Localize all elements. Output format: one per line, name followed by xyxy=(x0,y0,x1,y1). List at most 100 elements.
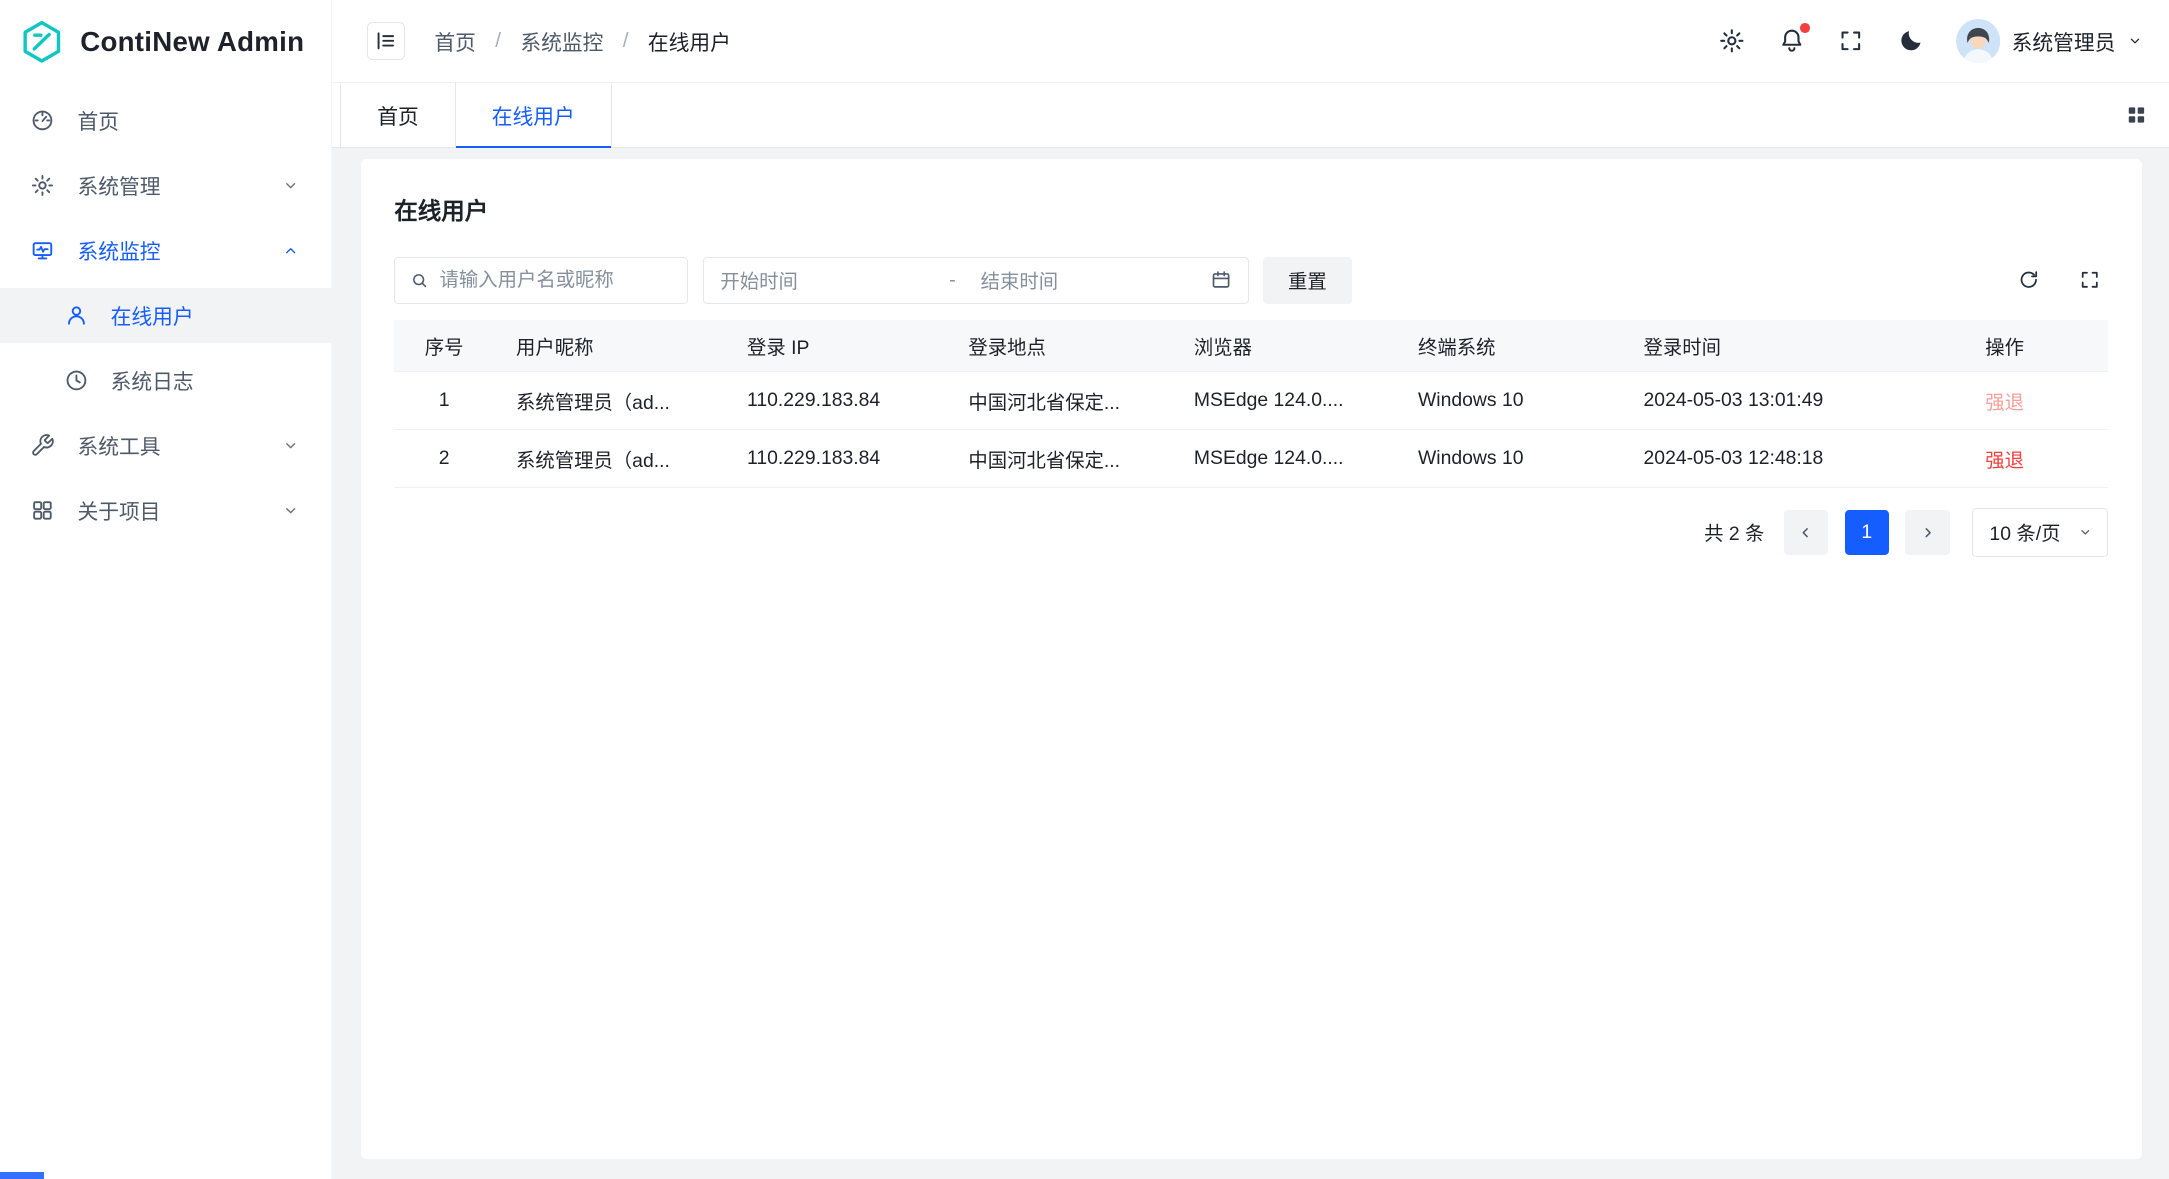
sidebar-collapse-button[interactable] xyxy=(367,22,406,61)
date-range-picker[interactable]: 开始时间 - 结束时间 xyxy=(703,257,1249,304)
sidebar-item-label: 系统监控 xyxy=(77,235,160,265)
monitor-icon xyxy=(30,238,55,263)
wrench-icon xyxy=(30,433,55,458)
chevron-down-icon xyxy=(2126,32,2144,50)
cell-no: 1 xyxy=(394,372,494,430)
cell-ip: 110.229.183.84 xyxy=(725,372,946,430)
breadcrumb-home[interactable]: 首页 xyxy=(434,26,476,56)
cell-browser: MSEdge 124.0.... xyxy=(1172,372,1396,430)
col-header-os: 终端系统 xyxy=(1396,320,1622,371)
search-input-wrapper xyxy=(394,257,687,304)
calendar-icon xyxy=(1210,269,1232,291)
app-title: ContiNew Admin xyxy=(80,26,304,58)
col-header-browser: 浏览器 xyxy=(1172,320,1396,371)
date-range-separator: - xyxy=(949,269,955,292)
force-logout-link[interactable]: 强退 xyxy=(1985,450,2024,472)
breadcrumb-separator: / xyxy=(495,29,501,53)
cell-actions: 强退 xyxy=(1963,372,2108,430)
pagination-total: 共 2 条 xyxy=(1704,518,1764,546)
cell-login-time: 2024-05-03 13:01:49 xyxy=(1621,372,1963,430)
app-logo[interactable]: ContiNew Admin xyxy=(0,0,331,83)
online-users-table: 序号 用户昵称 登录 IP 登录地点 浏览器 终端系统 登录时间 操作 1 xyxy=(394,320,2108,488)
sidebar-item-online-users[interactable]: 在线用户 xyxy=(0,288,331,343)
cell-nickname: 系统管理员（ad... xyxy=(494,430,725,488)
settings-icon[interactable] xyxy=(1718,27,1746,55)
force-logout-link[interactable]: 强退 xyxy=(1985,392,2024,414)
tab-home[interactable]: 首页 xyxy=(340,83,455,147)
cell-location: 中国河北省保定... xyxy=(946,430,1172,488)
user-name: 系统管理员 xyxy=(2012,26,2116,56)
cell-no: 2 xyxy=(394,430,494,488)
col-header-login-time: 登录时间 xyxy=(1621,320,1963,371)
sidebar: ContiNew Admin 首页 系统管理 系统监控 在线用户 xyxy=(0,0,332,1179)
sidebar-menu: 首页 系统管理 系统监控 在线用户 系统日志 系统工具 xyxy=(0,83,331,548)
cell-login-time: 2024-05-03 12:48:18 xyxy=(1621,430,1963,488)
reset-button[interactable]: 重置 xyxy=(1263,257,1352,304)
cell-actions: 强退 xyxy=(1963,430,2108,488)
chevron-left-icon xyxy=(1796,523,1815,542)
sidebar-item-system-tools[interactable]: 系统工具 xyxy=(0,418,331,473)
search-input[interactable] xyxy=(440,269,673,292)
chevron-down-icon xyxy=(281,436,300,455)
tab-online-users[interactable]: 在线用户 xyxy=(456,83,612,147)
sidebar-item-label: 系统日志 xyxy=(111,365,194,395)
sidebar-item-system-monitor[interactable]: 系统监控 xyxy=(0,223,331,278)
sidebar-item-about-project[interactable]: 关于项目 xyxy=(0,483,331,538)
refresh-icon[interactable] xyxy=(2017,268,2041,292)
menu-fold-icon xyxy=(373,28,399,54)
sidebar-item-system-logs[interactable]: 系统日志 xyxy=(0,353,331,408)
content-card: 在线用户 开始时间 - 结束时间 重置 xyxy=(361,159,2142,1159)
sidebar-item-label: 关于项目 xyxy=(77,495,160,525)
chevron-down-icon xyxy=(281,176,300,195)
cell-ip: 110.229.183.84 xyxy=(725,430,946,488)
tab-label: 首页 xyxy=(377,100,419,130)
dark-mode-moon-icon[interactable] xyxy=(1897,27,1925,55)
cell-location: 中国河北省保定... xyxy=(946,372,1172,430)
breadcrumb-system-monitor[interactable]: 系统监控 xyxy=(520,26,603,56)
breadcrumb: 首页 / 系统监控 / 在线用户 xyxy=(434,26,731,56)
cell-browser: MSEdge 124.0.... xyxy=(1172,430,1396,488)
top-header: 首页 / 系统监控 / 在线用户 系统管理员 xyxy=(332,0,2169,83)
fullscreen-icon[interactable] xyxy=(1837,27,1865,55)
search-icon xyxy=(409,270,430,291)
notification-bell-icon[interactable] xyxy=(1778,27,1806,55)
sidebar-item-label: 在线用户 xyxy=(111,300,194,330)
main-column: 首页 / 系统监控 / 在线用户 系统管理员 xyxy=(332,0,2169,1179)
sidebar-item-system-management[interactable]: 系统管理 xyxy=(0,158,331,213)
main-content: 在线用户 开始时间 - 结束时间 重置 xyxy=(332,148,2169,1179)
cell-os: Windows 10 xyxy=(1396,430,1622,488)
table-row: 2 系统管理员（ad... 110.229.183.84 中国河北省保定... … xyxy=(394,430,2108,488)
logo-icon xyxy=(19,19,65,65)
page-1-button[interactable]: 1 xyxy=(1845,510,1889,554)
col-header-ip: 登录 IP xyxy=(725,320,946,371)
tab-list-grid-icon[interactable] xyxy=(2124,103,2149,128)
pagination: 共 2 条 1 10 条/页 xyxy=(394,508,2108,558)
sidebar-item-home[interactable]: 首页 xyxy=(0,93,331,148)
prev-page-button[interactable] xyxy=(1784,510,1828,554)
sidebar-bottom-indicator xyxy=(0,1172,44,1179)
header-actions: 系统管理员 xyxy=(1718,19,2144,63)
cell-nickname: 系统管理员（ad... xyxy=(494,372,725,430)
user-menu[interactable]: 系统管理员 xyxy=(1956,19,2144,63)
col-header-no: 序号 xyxy=(394,320,494,371)
table-header-row: 序号 用户昵称 登录 IP 登录地点 浏览器 终端系统 登录时间 操作 xyxy=(394,320,2108,371)
cell-os: Windows 10 xyxy=(1396,372,1622,430)
sidebar-item-label: 系统工具 xyxy=(77,430,160,460)
breadcrumb-separator: / xyxy=(623,29,629,53)
toolbar: 开始时间 - 结束时间 重置 xyxy=(394,257,2108,304)
expand-icon[interactable] xyxy=(2078,268,2102,292)
clock-icon xyxy=(64,368,89,393)
col-header-nickname: 用户昵称 xyxy=(494,320,725,371)
tab-label: 在线用户 xyxy=(492,100,575,130)
gear-icon xyxy=(30,173,55,198)
chevron-down-icon xyxy=(281,501,300,520)
col-header-actions: 操作 xyxy=(1963,320,2108,371)
tab-bar: 首页 在线用户 xyxy=(332,83,2169,148)
next-page-button[interactable] xyxy=(1905,510,1949,554)
page-size-value: 10 条/页 xyxy=(1989,518,2060,546)
page-size-select[interactable]: 10 条/页 xyxy=(1972,508,2109,558)
date-start-placeholder: 开始时间 xyxy=(720,266,949,294)
grid-icon xyxy=(30,498,55,523)
table-row: 1 系统管理员（ad... 110.229.183.84 中国河北省保定... … xyxy=(394,372,2108,430)
chevron-right-icon xyxy=(1918,523,1937,542)
